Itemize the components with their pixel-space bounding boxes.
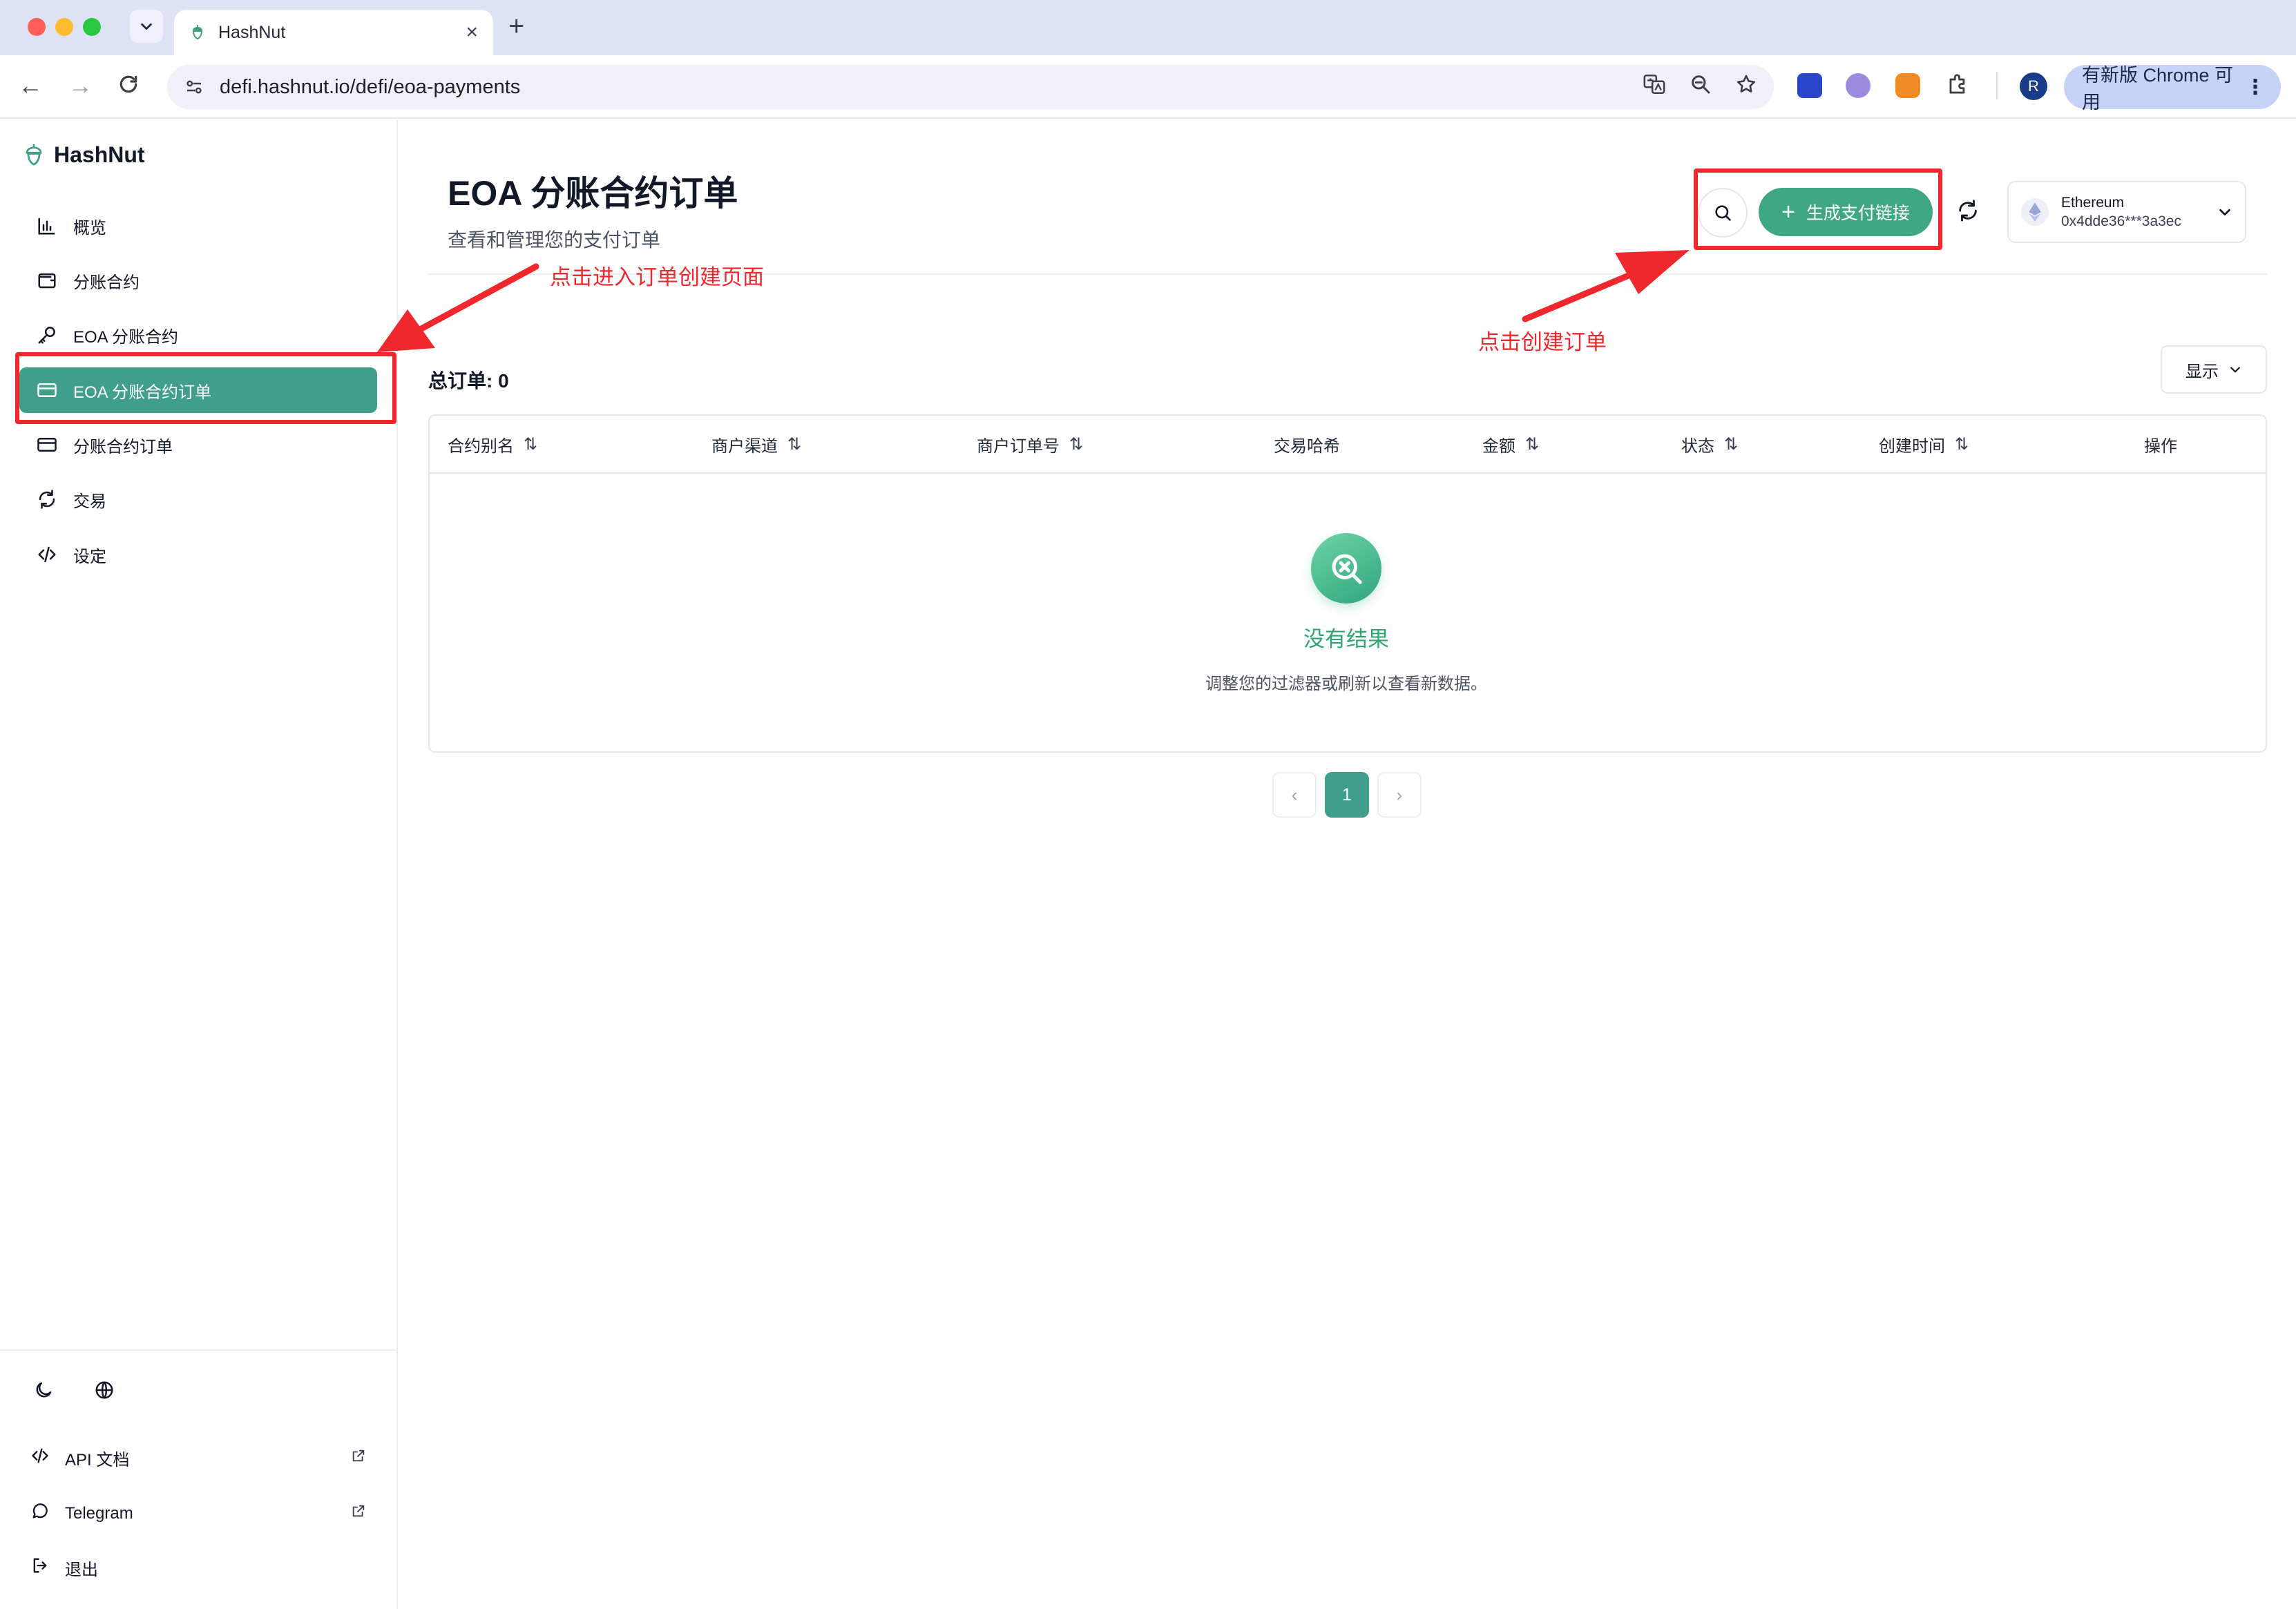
arrow-to-sidebar <box>377 263 539 352</box>
annotation-arrows <box>377 250 1690 352</box>
annotation-sidebar-note: 点击进入订单创建页面 <box>550 265 764 289</box>
annotation-create-note: 点击创建订单 <box>1478 330 1607 354</box>
arrow-to-create-button <box>1522 250 1690 322</box>
